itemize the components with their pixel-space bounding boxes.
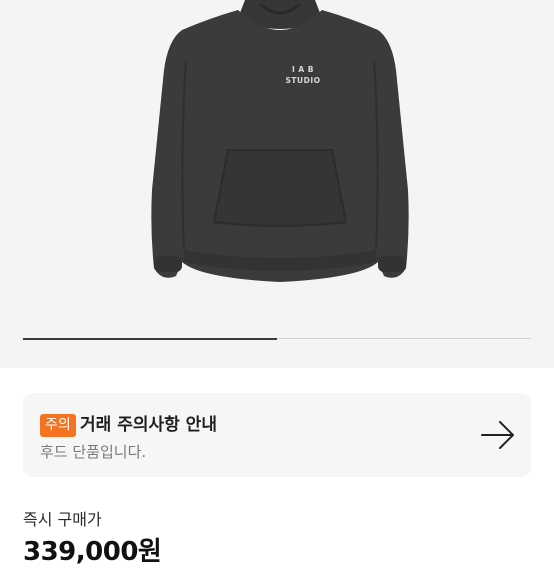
hoodie-product-image — [151, 0, 409, 282]
instant-buy-price: 339,000원 — [23, 537, 162, 567]
carousel-indicator-active — [23, 338, 277, 340]
product-image-area[interactable]: I A B STUDIO — [0, 0, 554, 368]
warning-badge: 주의 — [40, 414, 76, 437]
notice-subtitle: 후드 단품입니다. — [40, 443, 147, 461]
notice-title: 거래 주의사항 안내 — [80, 415, 217, 435]
arrow-right-icon[interactable] — [479, 419, 517, 451]
trade-notice-card[interactable]: 주의 거래 주의사항 안내 후드 단품입니다. — [23, 393, 531, 477]
instant-buy-label: 즉시 구매가 — [23, 510, 102, 529]
